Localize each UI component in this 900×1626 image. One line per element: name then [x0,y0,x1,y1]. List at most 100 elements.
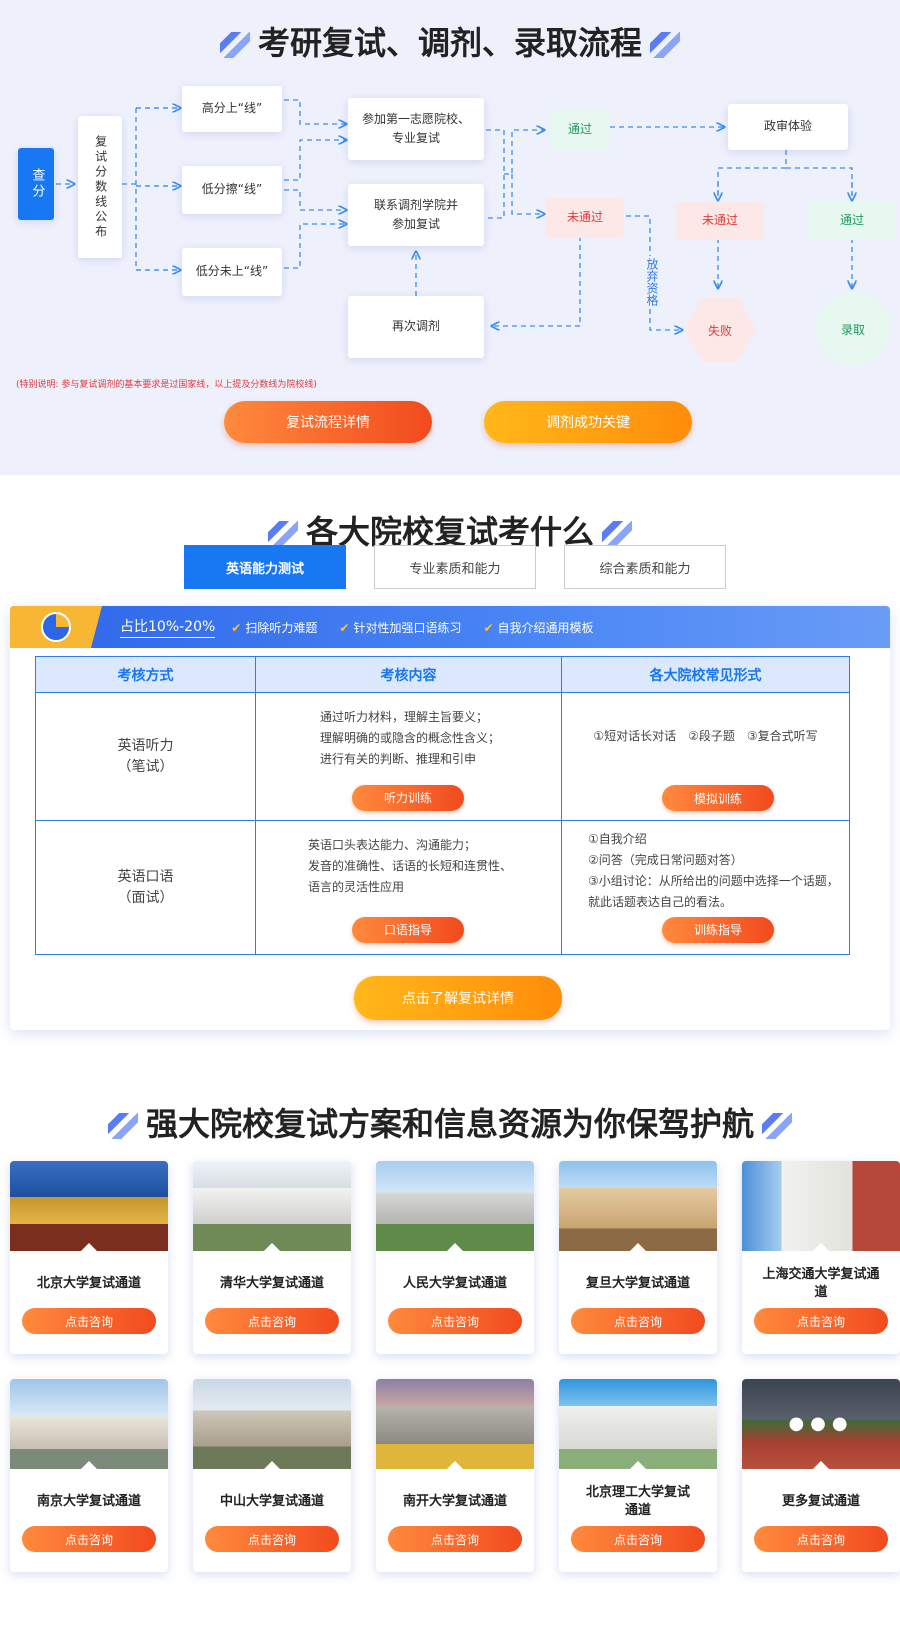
uni-name: 北京理工大学复试通道 [585,1484,690,1518]
tab-comprehensive[interactable]: 综合素质和能力 [564,545,726,589]
train-guide-button[interactable]: 训练指导 [662,917,774,943]
uni-name: 南开大学复试通道 [402,1493,507,1509]
consult-button[interactable]: 点击咨询 [571,1526,705,1552]
uni-card-fudan[interactable]: 复旦大学复试通道 点击咨询 [559,1161,717,1354]
forms-line: ③小组讨论：从所给出的问题中选择一个话题， [588,874,839,888]
fudan-building-image [559,1161,717,1252]
low-edge-node: 低分擦“线” [182,166,282,214]
forms-cell: ①短对话长对话 ②段子题 ③复合式听写 模拟训练 [561,692,850,821]
line-publish-label: 复试分数线公布 [93,134,108,240]
content-line: 进行有关的判断、推理和引申 [320,752,477,766]
contact-adjust-node: 联系调剂学院并参加复试 [348,184,484,246]
uni-name: 更多复试通道 [781,1493,860,1509]
pass-node-2: 通过 [808,202,896,240]
contact-adjust-label: 联系调剂学院并参加复试 [373,197,458,231]
banner-item: ✔ 自我介绍通用模板 [483,619,593,636]
speaking-guide-button[interactable]: 口语指导 [352,917,464,943]
consult-button[interactable]: 点击咨询 [205,1526,339,1552]
line-publish-node: 复试分数线公布 [78,116,122,258]
failure-label: 失败 [707,323,732,338]
uni-name: 中山大学复试通道 [219,1493,324,1509]
banner-item-text: 扫除听力难题 [245,620,318,635]
uni-card-thu[interactable]: 清华大学复试通道 点击咨询 [193,1161,351,1354]
table-header-row: 考核方式 考核内容 各大院校常见形式 [35,656,850,693]
method-name: 英语口语 [117,868,174,885]
exam-card: 占比10%-20% ✔ 扫除听力难题 ✔ 针对性加强口语练习 ✔ 自我介绍通用模板 考… [10,606,890,1030]
stripe-icon [762,1113,792,1139]
forms-line: ①自我介绍 [588,832,647,846]
process-detail-button[interactable]: 复试流程详情 [224,401,432,443]
method-cell: 英语听力 （笔试） [35,692,256,821]
uni-card-more[interactable]: ●●● 更多复试通道 点击咨询 [742,1379,900,1572]
content-cell: 通过听力材料，理解主旨要义； 理解明确的或隐含的概念性含义； 进行有关的判断、推… [255,692,562,821]
consult-button[interactable]: 点击咨询 [388,1526,522,1552]
uni-card-nju[interactable]: 南京大学复试通道 点击咨询 [10,1379,168,1572]
content-line: 理解明确的或隐含的概念性含义； [320,731,501,745]
forms-cell: ①自我介绍 ②问答（完成日常问题对答） ③小组讨论：从所给出的问题中选择一个话题… [561,820,850,955]
uni-card-bit[interactable]: 北京理工大学复试通道 点击咨询 [559,1379,717,1572]
exam-banner: 占比10%-20% ✔ 扫除听力难题 ✔ 针对性加强口语练习 ✔ 自我介绍通用模板 [10,606,890,648]
high-score-node: 高分上“线” [182,86,282,132]
pass-node-1: 通过 [550,110,610,150]
admitted-node: 录取 [816,292,890,366]
consult-button[interactable]: 点击咨询 [22,1526,156,1552]
uni-name: 清华大学复试通道 [219,1275,324,1291]
exam-section: 各大院校复试考什么 英语能力测试 专业素质和能力 综合素质和能力 占比10%-2… [0,475,900,1075]
content-line: 语言的灵活性应用 [308,880,405,894]
uni-name: 人民大学复试通道 [402,1275,507,1291]
uni-card-pku[interactable]: 北京大学复试通道 点击咨询 [10,1161,168,1354]
nju-building-image [10,1379,168,1470]
content-line: 发音的准确性、话语的长短和连贯性、 [308,859,513,873]
uni-card-sjtu[interactable]: 上海交通大学复试通道 点击咨询 [742,1161,900,1354]
uni-name: 上海交通大学复试通道 [762,1266,880,1300]
adjust-key-button[interactable]: 调剂成功关键 [484,401,692,443]
tab-english[interactable]: 英语能力测试 [184,545,346,589]
ellipsis-dots-icon: ●●● [788,1413,854,1434]
exam-table: 考核方式 考核内容 各大院校常见形式 英语听力 （笔试） 通过听力材料，理解主旨… [35,656,850,955]
method-type: （面试） [117,889,174,906]
consult-button[interactable]: 点击咨询 [754,1308,888,1334]
uni-card-nku[interactable]: 南开大学复试通道 点击咨询 [376,1379,534,1572]
sjtu-building-image [742,1161,900,1252]
table-row: 英语听力 （笔试） 通过听力材料，理解主旨要义； 理解明确的或隐含的概念性含义；… [35,692,850,821]
banner-item: ✔ 针对性加强口语练习 [339,619,461,636]
listening-train-button[interactable]: 听力训练 [352,785,464,811]
method-cell: 英语口语 （面试） [35,820,256,955]
uni-name: 复旦大学复试通道 [585,1275,690,1291]
fail-label-2: 未通过 [701,213,738,228]
first-choice-label: 参加第一志愿院校、专业复试 [361,111,470,145]
tab-professional[interactable]: 专业素质和能力 [374,545,536,589]
check-icon: ✔ [483,620,494,635]
fail-node-2: 未通过 [676,202,764,240]
uni-name: 南京大学复试通道 [36,1493,141,1509]
table-header: 考核内容 [255,656,562,693]
stripe-icon [602,521,632,547]
content-line: 通过听力材料，理解主旨要义； [320,710,489,724]
method-name: 英语听力 [117,737,174,754]
pass-label-1: 通过 [567,122,592,137]
consult-button[interactable]: 点击咨询 [22,1308,156,1334]
stripe-icon [107,1113,138,1139]
political-label: 政审体验 [763,119,812,134]
low-below-node: 低分未上“线” [182,248,282,296]
consult-button[interactable]: 点击咨询 [754,1526,888,1552]
pie-badge [10,606,102,648]
consult-button[interactable]: 点击咨询 [388,1308,522,1334]
admitted-label: 录取 [840,322,865,337]
forms-line: 就此话题表达自己的看法。 [588,895,733,909]
bit-building-image [559,1379,717,1470]
table-header: 考核方式 [35,656,256,693]
table-header: 各大院校常见形式 [561,656,850,693]
uni-card-ruc[interactable]: 人民大学复试通道 点击咨询 [376,1161,534,1354]
check-score-node: 查分 [18,148,54,220]
mock-train-button[interactable]: 模拟训练 [662,785,774,811]
fail-node-1: 未通过 [546,198,624,238]
consult-button[interactable]: 点击咨询 [205,1308,339,1334]
more-track-image: ●●● [742,1379,900,1470]
consult-button[interactable]: 点击咨询 [571,1308,705,1334]
exam-detail-button[interactable]: 点击了解复试详情 [354,976,562,1020]
high-score-label: 高分上“线” [201,101,263,116]
flow-note: (特别说明: 参与复试调剂的基本要求是过国家线，以上提及分数线为院校线) [16,380,317,390]
tsinghua-gate-image [193,1161,351,1252]
uni-card-sysu[interactable]: 中山大学复试通道 点击咨询 [193,1379,351,1572]
